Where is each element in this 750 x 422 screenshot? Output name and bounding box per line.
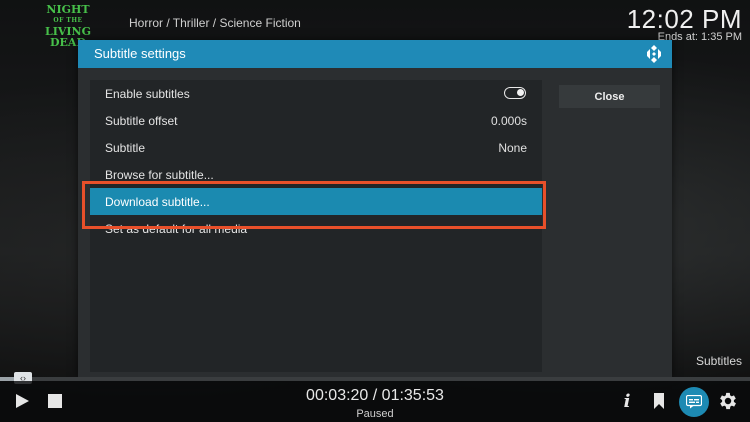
subtitles-button[interactable] xyxy=(679,387,709,417)
setting-value: None xyxy=(498,141,527,155)
info-icon[interactable]: i xyxy=(620,391,634,412)
bookmark-icon[interactable] xyxy=(653,393,665,409)
gear-icon[interactable] xyxy=(717,390,739,412)
subtitles-icon xyxy=(686,395,702,409)
playback-osd: 00:03:20 / 01:35:53 Paused i xyxy=(0,381,750,422)
setting-enable-subtitles[interactable]: Enable subtitles xyxy=(90,80,542,107)
highlight-outline xyxy=(82,181,546,229)
subtitles-caption: Subtitles xyxy=(695,354,742,368)
subtitle-settings-dialog: Subtitle settings Enable subtitles Subti… xyxy=(78,40,672,377)
playback-time: 00:03:20 / 01:35:53 xyxy=(306,387,444,404)
setting-label: Enable subtitles xyxy=(105,87,190,101)
toggle-knob xyxy=(517,89,524,96)
setting-subtitle[interactable]: Subtitle None xyxy=(90,134,542,161)
genre-text: Horror / Thriller / Science Fiction xyxy=(129,16,301,30)
kodi-logo-icon xyxy=(647,45,661,63)
setting-label: Subtitle xyxy=(105,141,146,155)
playback-state: Paused xyxy=(356,408,394,420)
dialog-title: Subtitle settings xyxy=(94,46,186,61)
setting-label: Browse for subtitle... xyxy=(105,168,214,182)
setting-value: 0.000s xyxy=(490,114,527,128)
dialog-header: Subtitle settings xyxy=(78,40,672,68)
setting-label: Subtitle offset xyxy=(105,114,178,128)
toggle-switch[interactable] xyxy=(504,87,526,99)
close-button[interactable]: Close xyxy=(559,85,660,108)
setting-subtitle-offset[interactable]: Subtitle offset 0.000s xyxy=(90,107,542,134)
